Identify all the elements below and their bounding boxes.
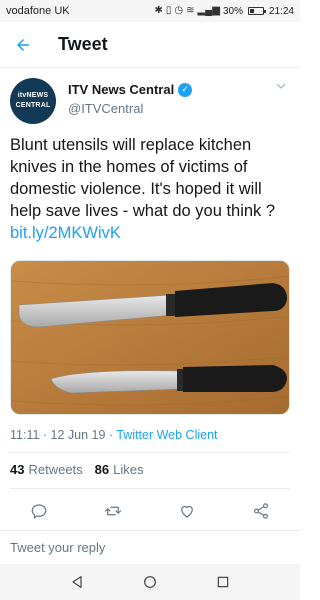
likes-label: Likes: [113, 462, 144, 477]
author-name[interactable]: ITV News Central: [68, 82, 174, 97]
reply-icon: [31, 504, 47, 519]
battery-level: [249, 9, 255, 13]
likes-count: 86: [94, 462, 110, 477]
tweet-timestamp: 11:11 · 12 Jun 19 ·: [10, 428, 117, 442]
avatar[interactable]: itvNEWS CENTRAL: [10, 78, 56, 124]
knives-photo: [11, 261, 289, 414]
retweet-button[interactable]: [102, 500, 124, 522]
arrow-left-icon: [17, 38, 29, 51]
retweets-stat[interactable]: 43 Retweets: [10, 462, 83, 477]
verified-badge-icon: ✓: [178, 82, 193, 97]
share-icon: [254, 503, 268, 519]
tweet-meta: 11:11 · 12 Jun 19 · Twitter Web Client: [10, 428, 290, 442]
chevron-down-icon: [276, 83, 286, 89]
blunt-knife-bolster: [166, 294, 176, 316]
battery-icon: [247, 7, 266, 15]
page-title: Tweet: [58, 34, 108, 54]
tweet-client-link[interactable]: Twitter Web Client: [116, 428, 217, 442]
wifi-icon: ≋: [186, 5, 195, 16]
author-info: ITV News Central ✓ @ITVCentral: [68, 82, 272, 128]
bluetooth-icon: ✱: [154, 5, 163, 16]
like-button[interactable]: [176, 500, 198, 522]
tweet-stats: 43 Retweets 86 Likes: [10, 462, 290, 477]
author-name-row: ITV News Central ✓: [68, 82, 272, 97]
tweet-link[interactable]: bit.ly/2MKWivK: [10, 224, 121, 242]
avatar-line2: CENTRAL: [15, 102, 51, 109]
signal-icon: ▂▄▆: [197, 5, 220, 16]
likes-stat[interactable]: 86 Likes: [95, 462, 144, 477]
reply-button[interactable]: [28, 500, 50, 522]
divider: [10, 488, 290, 489]
share-button[interactable]: [250, 500, 272, 522]
triangle-back-icon: [72, 576, 82, 588]
author-handle[interactable]: @ITVCentral: [68, 101, 272, 116]
status-bar: vodafone UK ✱ ▯ ◷ ≋ ▂▄▆ 30% 21:24: [0, 0, 300, 22]
more-options-button[interactable]: [272, 80, 290, 98]
system-nav-bar: [0, 564, 300, 600]
square-recents-icon: [218, 576, 229, 588]
divider: [10, 452, 290, 453]
nav-home-button[interactable]: [138, 570, 162, 594]
like-icon: [181, 505, 193, 518]
tweet-text: Blunt utensils will replace kitchen kniv…: [10, 134, 292, 244]
tweet-actions: [10, 498, 290, 524]
tweet-image[interactable]: [10, 260, 290, 415]
small-knife-handle: [183, 365, 287, 392]
status-icons: ✱ ▯ ◷ ≋ ▂▄▆ 30% 21:24: [154, 6, 294, 17]
retweet-icon: [104, 506, 122, 516]
tweet-body: Blunt utensils will replace kitchen kniv…: [10, 136, 276, 220]
nav-back-button[interactable]: [65, 570, 89, 594]
clock: 21:24: [268, 5, 294, 17]
carrier-name: vodafone UK: [6, 5, 70, 17]
circle-home-icon: [144, 576, 156, 588]
vibrate-icon: ▯: [165, 5, 172, 16]
avatar-line1: itvNEWS: [17, 92, 49, 99]
reply-input[interactable]: Tweet your reply: [0, 530, 300, 564]
app-bar: Tweet: [0, 22, 300, 68]
tweet-author: itvNEWS CENTRAL ITV News Central ✓ @ITVC…: [10, 78, 290, 128]
nav-recents-button[interactable]: [211, 570, 235, 594]
alarm-icon: ◷: [174, 5, 184, 16]
retweets-count: 43: [10, 462, 25, 477]
retweets-label: Retweets: [28, 462, 83, 477]
back-button[interactable]: [0, 22, 46, 68]
battery-percent: 30%: [222, 5, 243, 17]
